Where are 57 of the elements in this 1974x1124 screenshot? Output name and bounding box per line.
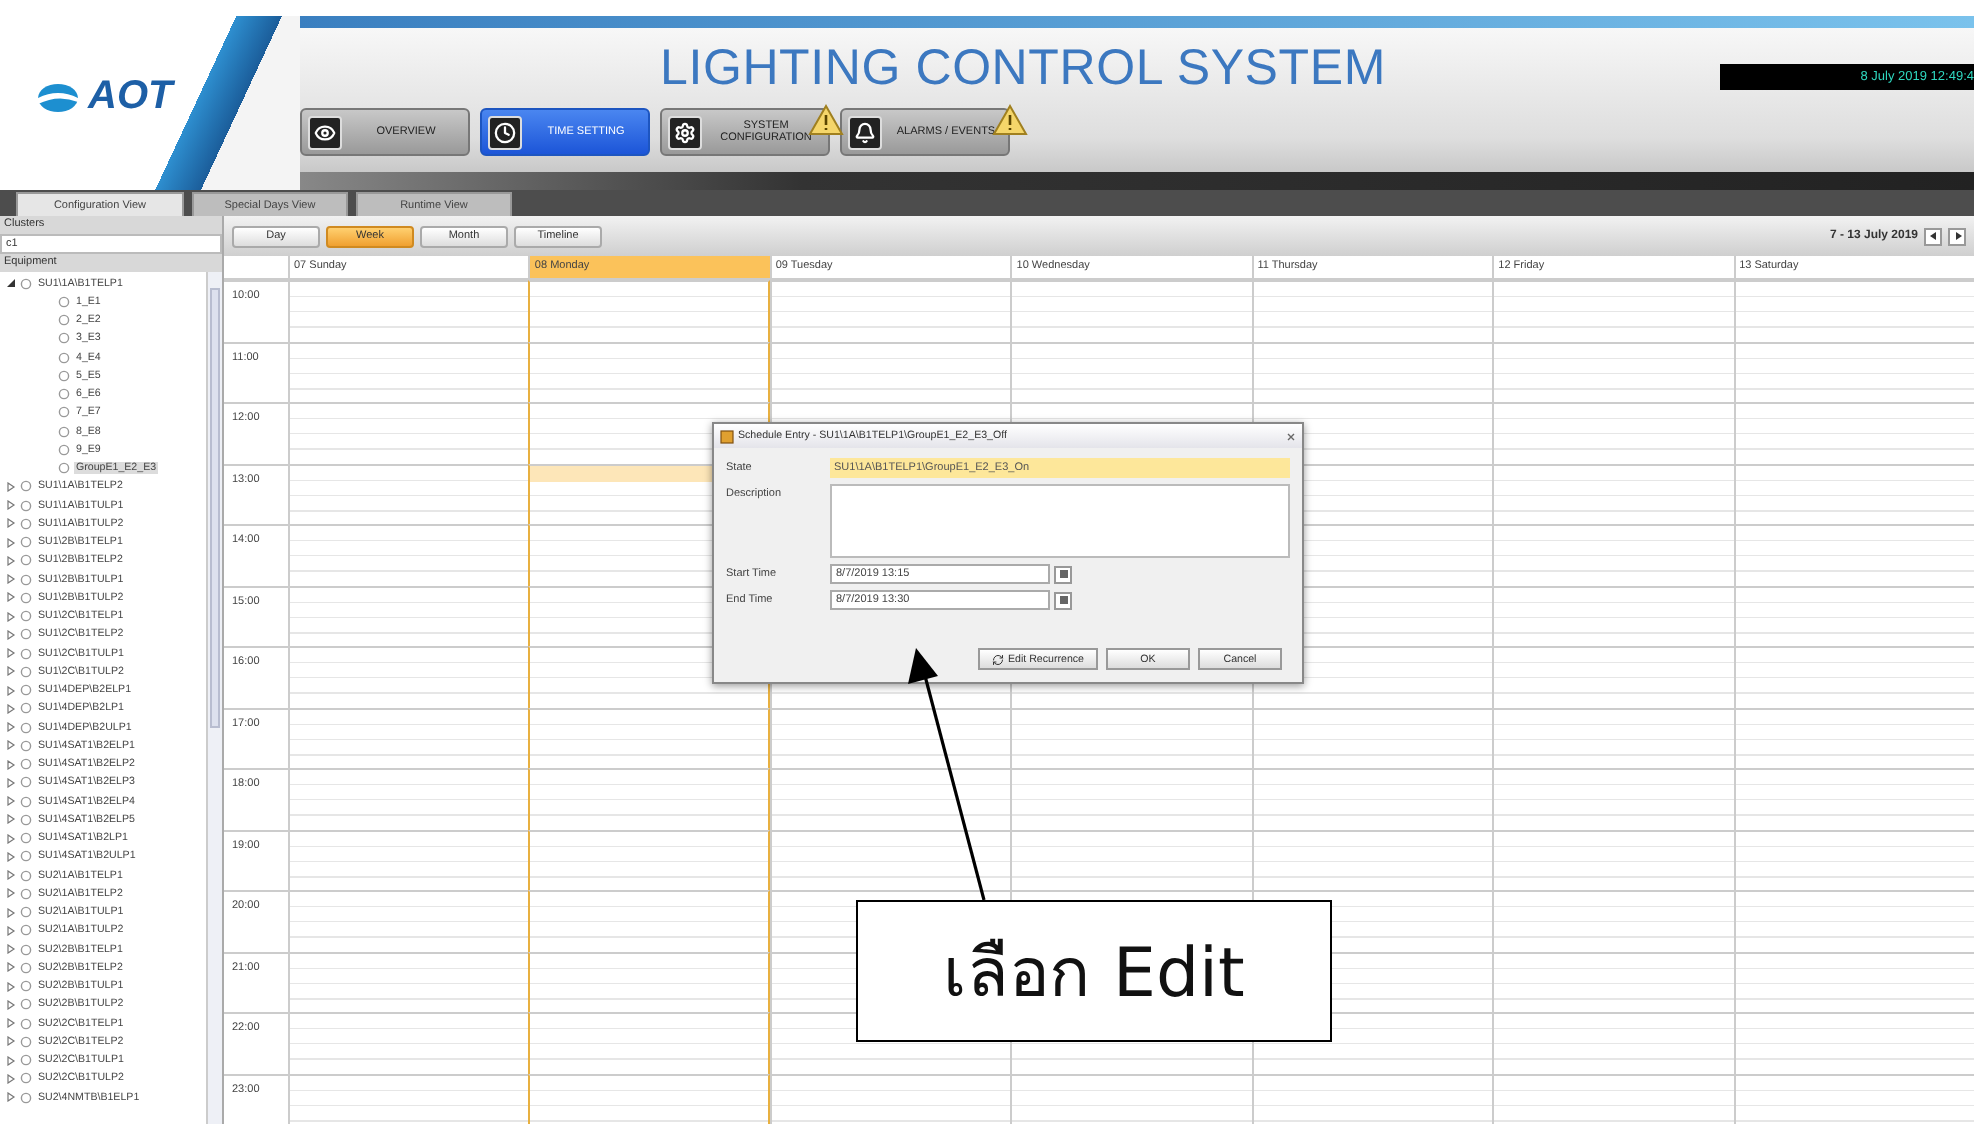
- caret-left-icon: [1929, 232, 1937, 240]
- logo-icon: [36, 81, 80, 113]
- expand-icon[interactable]: [6, 574, 16, 585]
- caret-right-icon: [1953, 232, 1961, 240]
- expand-icon[interactable]: [6, 833, 16, 844]
- expand-icon[interactable]: [6, 759, 16, 770]
- expand-icon[interactable]: [6, 537, 16, 548]
- expand-icon[interactable]: [6, 685, 16, 696]
- expand-icon[interactable]: [6, 1018, 16, 1029]
- callout-tooltip: เลือก Edit: [856, 900, 1332, 1042]
- expand-icon[interactable]: [6, 888, 16, 899]
- expand-icon[interactable]: [6, 611, 16, 622]
- previous-button[interactable]: [1924, 227, 1942, 245]
- expand-icon[interactable]: [6, 1036, 16, 1047]
- clock-icon: [494, 121, 516, 143]
- expand-icon[interactable]: [6, 944, 16, 955]
- square-icon: [1059, 596, 1067, 604]
- eye-icon: [314, 121, 336, 143]
- expand-icon[interactable]: [6, 925, 16, 936]
- expand-icon[interactable]: [6, 592, 16, 603]
- refresh-icon: [992, 653, 1004, 665]
- expand-icon[interactable]: [6, 870, 16, 881]
- settings-icon: [674, 121, 696, 143]
- description-field[interactable]: [830, 484, 1290, 558]
- app-title: LIGHTING CONTROL SYSTEM: [660, 40, 1386, 98]
- expand-icon[interactable]: [6, 999, 16, 1010]
- expand-icon[interactable]: [6, 851, 16, 862]
- expand-icon[interactable]: [6, 555, 16, 566]
- expand-icon[interactable]: [6, 629, 16, 640]
- collapse-icon[interactable]: [6, 278, 16, 289]
- expand-icon[interactable]: [6, 1055, 16, 1066]
- expand-icon[interactable]: [6, 1092, 16, 1103]
- expand-icon[interactable]: [6, 907, 16, 918]
- bell-icon: [854, 121, 876, 143]
- expand-icon[interactable]: [6, 1073, 16, 1084]
- expand-icon[interactable]: [6, 722, 16, 733]
- logo-text: AOT: [88, 74, 173, 120]
- scrollbar[interactable]: [206, 272, 222, 1124]
- close-icon[interactable]: [1286, 431, 1296, 441]
- expand-icon[interactable]: [6, 962, 16, 973]
- calendar-icon: [720, 429, 734, 443]
- square-icon: [1059, 570, 1067, 578]
- expand-icon[interactable]: [6, 777, 16, 788]
- expand-icon[interactable]: [6, 703, 16, 714]
- bulb-icon: [20, 277, 32, 290]
- expand-icon[interactable]: [6, 666, 16, 677]
- next-button[interactable]: [1948, 227, 1966, 245]
- expand-icon[interactable]: [6, 740, 16, 751]
- expand-icon[interactable]: [6, 481, 16, 492]
- expand-icon[interactable]: [6, 981, 16, 992]
- warning-icon: [992, 104, 1028, 136]
- expand-icon[interactable]: [6, 518, 16, 529]
- expand-icon[interactable]: [6, 648, 16, 659]
- expand-icon[interactable]: [6, 796, 16, 807]
- warning-icon: [808, 104, 844, 136]
- expand-icon[interactable]: [6, 500, 16, 511]
- expand-icon[interactable]: [6, 814, 16, 825]
